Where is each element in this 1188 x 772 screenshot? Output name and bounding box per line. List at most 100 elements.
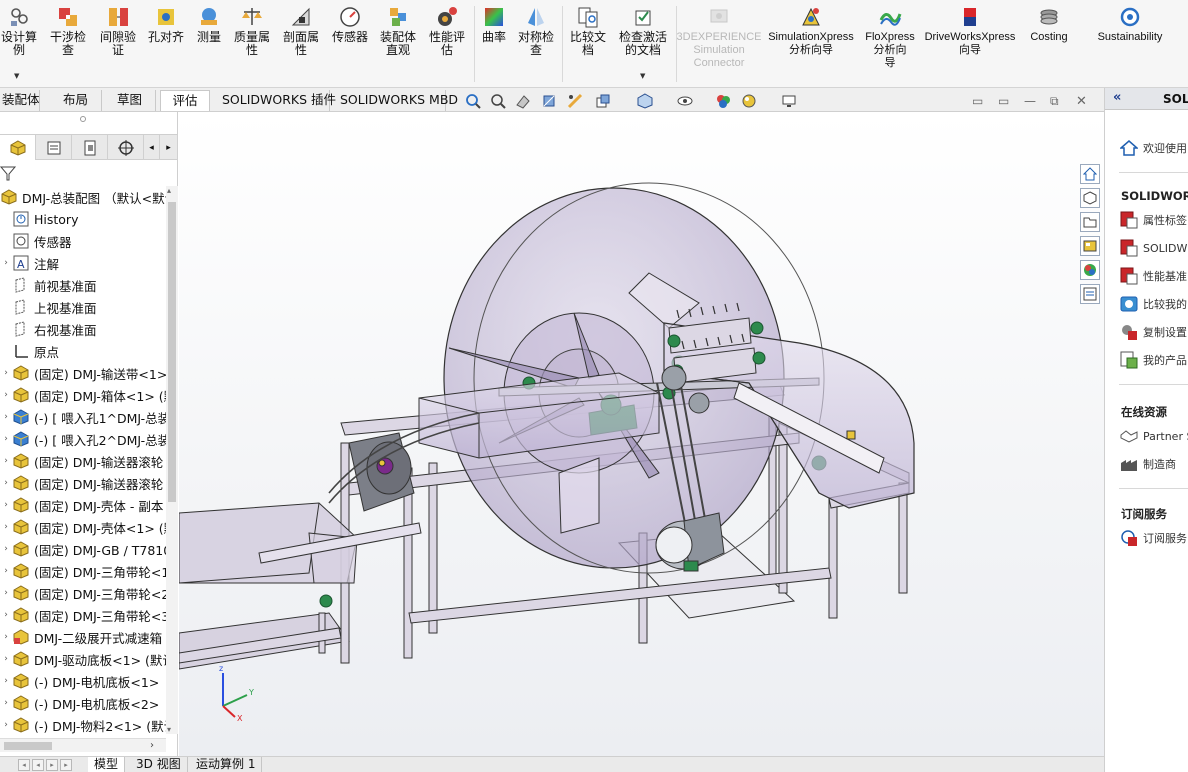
tool-compare-score[interactable]: 比较我的 (1119, 294, 1187, 314)
symmetry-check-button[interactable]: 对称检 查 (514, 4, 558, 57)
viewport-restore-icon[interactable]: ▭ (972, 94, 983, 108)
featuremanager-tab[interactable] (0, 135, 36, 160)
tool-solidworks[interactable]: SOLIDWORKS (1119, 238, 1188, 258)
tree-item[interactable]: › (固定) DMJ-三角带轮<3 (0, 604, 166, 626)
tree-item[interactable]: 前视基准面 (0, 274, 166, 296)
tool-benchmark[interactable]: 性能基准 (1119, 266, 1187, 286)
apply-scene-icon[interactable] (740, 92, 758, 110)
check-active-document-button[interactable]: 检查激活 的文档 ▼ (614, 4, 672, 80)
last-tab-icon[interactable]: ▸ (60, 759, 72, 771)
viewport-maximize-icon[interactable]: ⧉ (1050, 94, 1059, 109)
tree-hscroll-thumb[interactable] (4, 742, 52, 750)
tab-model[interactable]: 模型 (88, 757, 126, 772)
first-tab-icon[interactable]: ◂ (18, 759, 30, 771)
collapse-pane-icon[interactable]: « (1113, 90, 1121, 105)
tab-solidworks-mbd[interactable]: SOLIDWORKS MBD (332, 90, 458, 111)
expand-caret-icon[interactable]: › (0, 368, 12, 378)
previous-view-icon[interactable] (514, 92, 532, 110)
tree-filter[interactable] (0, 162, 178, 184)
hide-show-items-icon[interactable] (676, 92, 694, 110)
tabs-scroll-left-icon[interactable]: ◂ (144, 135, 160, 160)
expand-caret-icon[interactable]: › (0, 412, 12, 422)
expand-caret-icon[interactable]: › (0, 566, 12, 576)
tree-item[interactable]: › (固定) DMJ-输送器滚轮 (0, 472, 166, 494)
tabs-scroll-right-icon[interactable]: ▸ (160, 135, 178, 160)
tree-item[interactable]: › (固定) DMJ-壳体<1> (默 (0, 516, 166, 538)
dimxpertmanager-tab[interactable] (108, 135, 144, 160)
expand-caret-icon[interactable]: › (0, 478, 12, 488)
expand-caret-icon[interactable]: › (0, 610, 12, 620)
tree-item[interactable]: › A 注解 (0, 252, 166, 274)
expand-caret-icon[interactable]: › (0, 434, 12, 444)
tree-item[interactable]: › (-) [ 喂入孔1^DMJ-总装 (0, 406, 166, 428)
tree-scroll-thumb[interactable] (168, 202, 176, 502)
compare-documents-button[interactable]: 比较文 档 (566, 4, 610, 57)
propertymanager-tab[interactable] (36, 135, 72, 160)
tab-sketch[interactable]: 草图 (104, 90, 156, 111)
hole-alignment-button[interactable]: 孔对齐 (144, 4, 188, 44)
expand-caret-icon[interactable]: › (0, 522, 12, 532)
file-explorer-icon[interactable] (1080, 212, 1100, 232)
link-partner-solutions[interactable]: Partner S (1119, 426, 1188, 446)
tree-item[interactable]: › (固定) DMJ-壳体 - 副本 (0, 494, 166, 516)
view-palette-icon[interactable] (1080, 236, 1100, 256)
configurationmanager-tab[interactable] (72, 135, 108, 160)
link-subscription[interactable]: 订阅服务 (1119, 528, 1187, 548)
tree-item[interactable]: › (固定) DMJ-箱体<1> (默 (0, 384, 166, 406)
tool-my-products[interactable]: 我的产品 (1119, 350, 1187, 370)
tree-item[interactable]: 传感器 (0, 230, 166, 252)
view-settings-icon[interactable] (780, 92, 798, 110)
tree-item[interactable]: 上视基准面 (0, 296, 166, 318)
link-manufacturer[interactable]: 制造商 (1119, 454, 1176, 474)
tab-3d-view[interactable]: 3D 视图 (130, 757, 188, 772)
tree-item[interactable]: History (0, 208, 166, 230)
panel-grip-icon[interactable] (80, 116, 86, 122)
tab-motion-study[interactable]: 运动算例 1 (190, 757, 263, 772)
section-view-icon[interactable] (540, 92, 558, 110)
custom-properties-icon[interactable] (1080, 284, 1100, 304)
expand-caret-icon[interactable]: › (0, 390, 12, 400)
expand-caret-icon[interactable]: › (0, 654, 12, 664)
next-tab-icon[interactable]: ▸ (46, 759, 58, 771)
tree-item[interactable]: 右视基准面 (0, 318, 166, 340)
home-icon[interactable] (1080, 164, 1100, 184)
measure-button[interactable]: 测量 (192, 4, 226, 44)
tab-solidworks-addins[interactable]: SOLIDWORKS 插件 (214, 90, 336, 111)
interference-check-button[interactable]: 干涉检 查 (46, 4, 90, 57)
edit-appearance-icon[interactable] (714, 92, 732, 110)
zoom-to-area-icon[interactable] (489, 92, 507, 110)
dynamic-annotation-icon[interactable] (566, 92, 584, 110)
section-properties-button[interactable]: 剖面属 性 (279, 4, 323, 57)
expand-caret-icon[interactable]: › (0, 632, 12, 642)
tree-item[interactable]: › DMJ-二级展开式减速箱 (0, 626, 166, 648)
tool-copy-settings[interactable]: 复制设置 (1119, 322, 1187, 342)
zoom-to-fit-icon[interactable] (464, 92, 482, 110)
viewport-tile-icon[interactable]: ▭ (998, 94, 1009, 108)
expand-caret-icon[interactable]: › (0, 720, 12, 730)
tool-property-tab[interactable]: 属性标签 (1119, 210, 1187, 230)
expand-caret-icon[interactable]: › (0, 500, 12, 510)
tab-assembly[interactable]: 装配体 (0, 90, 40, 111)
expand-caret-icon[interactable]: › (0, 698, 12, 708)
assembly-visualization-button[interactable]: 装配体 直观 (376, 4, 420, 57)
expand-caret-icon[interactable]: › (0, 258, 12, 268)
tree-item[interactable]: › (固定) DMJ-GB / T7810 (0, 538, 166, 560)
simulationxpress-button[interactable]: SimulationXpress 分析向导 (762, 4, 860, 57)
sensor-button[interactable]: 传感器 (328, 4, 372, 44)
design-study-button[interactable]: 设计算 例 ▼ (0, 4, 38, 80)
tree-vertical-scrollbar[interactable]: ▴ ▾ (166, 186, 178, 734)
tree-item[interactable]: › (-) DMJ-物料2<1> (默认 (0, 714, 166, 736)
expand-caret-icon[interactable]: › (0, 456, 12, 466)
tab-evaluate[interactable]: 评估 (160, 90, 210, 111)
floxpress-button[interactable]: FloXpress 分析向 导 (862, 4, 918, 70)
mass-properties-button[interactable]: 质量属 性 (230, 4, 274, 57)
driveworksxpress-button[interactable]: DriveWorksXpress 向导 (920, 4, 1020, 57)
performance-evaluation-button[interactable]: 性能评 估 (425, 4, 469, 57)
curvature-button[interactable]: 曲率 (478, 4, 510, 44)
tab-layout[interactable]: 布局 (50, 90, 102, 111)
view-orientation-icon[interactable] (594, 92, 612, 110)
clearance-check-button[interactable]: 间隙验 证 (96, 4, 140, 57)
expand-caret-icon[interactable]: › (0, 676, 12, 686)
appearances-icon[interactable] (1080, 260, 1100, 280)
hscroll-right-icon[interactable]: › (150, 740, 154, 751)
